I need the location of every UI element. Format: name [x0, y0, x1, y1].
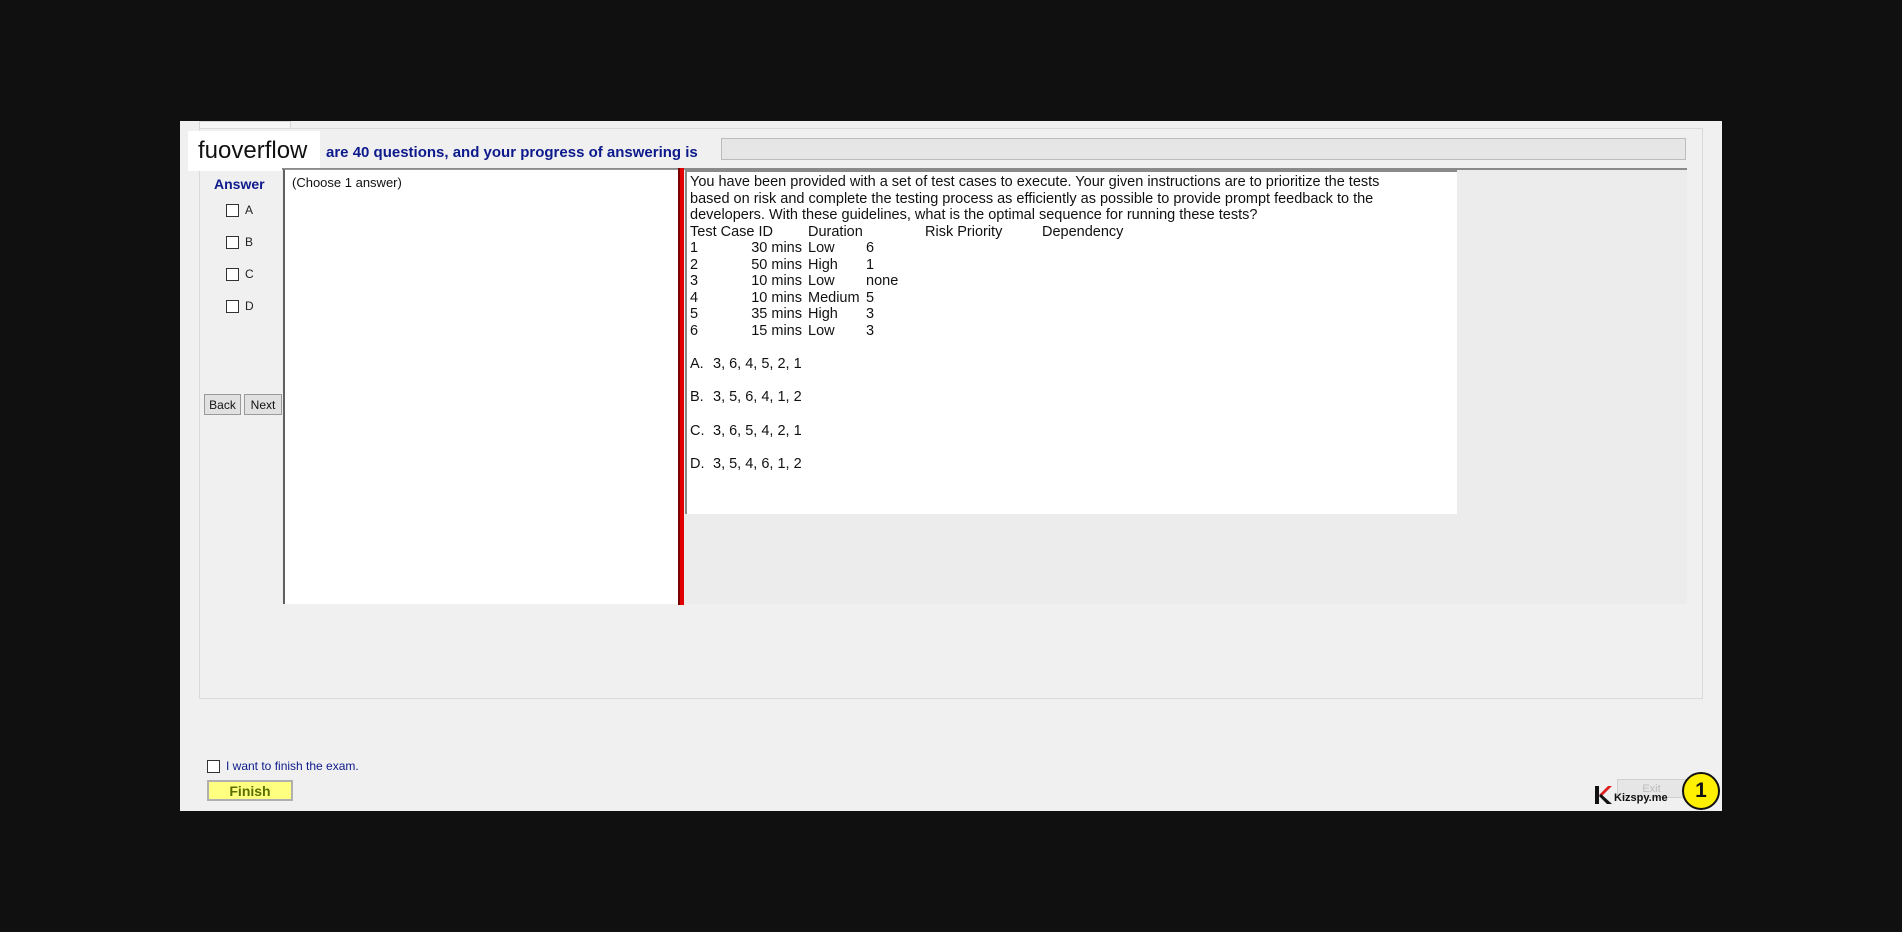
choice-text: 3, 5, 6, 4, 1, 2 — [713, 389, 802, 405]
option-label: B — [245, 235, 254, 249]
option-label: A — [245, 203, 254, 217]
cell-dependency: 3 — [866, 306, 875, 322]
cell-risk: High — [808, 256, 838, 273]
finish-check-label: I want to finish the exam. — [226, 759, 359, 773]
choice-item: D. 3, 5, 4, 6, 1, 2 — [690, 456, 1457, 473]
choice-label: A. — [690, 355, 704, 372]
cell-risk: Low — [808, 273, 835, 289]
cell-id: 6 — [690, 322, 699, 339]
choice-item: C. 3, 6, 5, 4, 2, 1 — [690, 423, 1457, 440]
cell-id: 5 — [690, 306, 699, 322]
table-header-row: Test Case ID Duration Risk Priority Depe… — [690, 224, 1457, 241]
table-row: 6 15 mins Low 3 — [690, 323, 1457, 340]
answer-panel[interactable]: (Choose 1 answer) — [283, 169, 680, 604]
table-row: 2 50 mins High 1 — [690, 257, 1457, 274]
table-row: 3 10 mins Low none — [690, 273, 1457, 290]
header-test-case-id: Test Case ID — [690, 223, 773, 240]
answer-title: Answer — [214, 176, 265, 192]
table-row: 1 30 mins Low 6 — [690, 240, 1457, 257]
choice-item: B. 3, 5, 6, 4, 1, 2 — [690, 389, 1457, 406]
option-b-checkbox[interactable]: B — [226, 235, 253, 249]
cell-duration: 10 mins — [751, 289, 802, 306]
option-label: D — [245, 299, 254, 313]
table-row: 4 10 mins Medium 5 — [690, 290, 1457, 307]
cell-id: 3 — [690, 273, 699, 289]
notification-badge: 1 — [1682, 772, 1720, 810]
cell-dependency: none — [866, 273, 899, 289]
choice-label: B. — [690, 389, 704, 405]
checkbox-icon[interactable] — [226, 203, 239, 217]
option-label: C — [245, 267, 254, 281]
test-case-table: 1 30 mins Low 6 2 50 mins High 1 3 10 mins Low none… — [690, 240, 1457, 339]
finish-button[interactable]: Finish — [207, 780, 293, 801]
cell-risk: Medium — [808, 289, 860, 306]
cell-id: 1 — [690, 240, 699, 256]
next-button[interactable]: Next — [244, 394, 282, 415]
option-a-checkbox[interactable]: A — [226, 203, 253, 217]
choice-label: D. — [690, 456, 705, 472]
choice-text: 3, 6, 5, 4, 2, 1 — [713, 422, 802, 439]
cell-risk: High — [808, 306, 838, 322]
checkbox-icon[interactable] — [226, 299, 239, 313]
choice-text: 3, 5, 4, 6, 1, 2 — [713, 456, 802, 472]
checkbox-icon[interactable] — [226, 267, 239, 281]
choice-text: 3, 6, 4, 5, 2, 1 — [713, 355, 802, 372]
header-duration: Duration — [808, 223, 863, 240]
exam-window: fuoverflow are 40 questions, and your pr… — [180, 121, 1722, 811]
choice-item: A. 3, 6, 4, 5, 2, 1 — [690, 356, 1457, 373]
cell-duration: 30 mins — [751, 240, 802, 256]
table-row: 5 35 mins High 3 — [690, 306, 1457, 323]
cell-risk: Low — [808, 322, 835, 339]
answer-choices: A. 3, 6, 4, 5, 2, 1 B. 3, 5, 6, 4, 1, 2 C. 3,… — [690, 356, 1457, 474]
header-dependency: Dependency — [1042, 223, 1124, 240]
kizspy-text: Kizspy.me — [1614, 792, 1668, 804]
cell-dependency: 1 — [866, 256, 875, 273]
option-c-checkbox[interactable]: C — [226, 267, 254, 281]
checkbox-icon[interactable] — [226, 235, 239, 249]
choose-hint: (Choose 1 answer) — [292, 175, 402, 190]
question-text: You have been provided with a set of tes… — [690, 174, 1380, 223]
cell-duration: 50 mins — [751, 256, 802, 273]
progress-bar — [721, 138, 1686, 160]
back-button[interactable]: Back — [204, 394, 241, 415]
cell-dependency: 6 — [866, 240, 875, 256]
cell-dependency: 5 — [866, 289, 875, 306]
cell-duration: 10 mins — [751, 273, 802, 289]
kizspy-watermark: Kizspy.me — [1594, 785, 1668, 805]
kizspy-k-icon — [1594, 785, 1612, 805]
cell-duration: 35 mins — [751, 306, 802, 322]
cell-risk: Low — [808, 240, 835, 256]
cell-dependency: 3 — [866, 322, 875, 339]
cell-id: 2 — [690, 256, 699, 273]
cell-duration: 15 mins — [751, 322, 802, 339]
question-panel: You have been provided with a set of tes… — [685, 170, 1457, 514]
progress-label: are 40 questions, and your progress of a… — [326, 144, 698, 161]
option-d-checkbox[interactable]: D — [226, 299, 254, 313]
header-risk-priority: Risk Priority — [925, 223, 1003, 240]
brand-logo: fuoverflow — [188, 131, 320, 171]
finish-exam-checkbox[interactable]: I want to finish the exam. — [207, 759, 359, 773]
panel-splitter[interactable] — [678, 168, 684, 605]
checkbox-icon[interactable] — [207, 759, 220, 773]
choice-label: C. — [690, 422, 705, 439]
cell-id: 4 — [690, 289, 699, 306]
